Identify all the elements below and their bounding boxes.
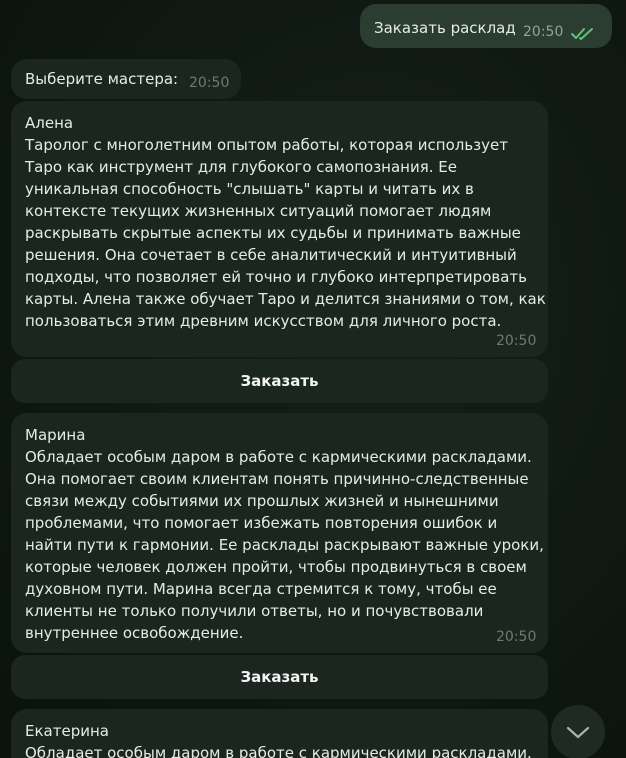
prompt-message-text: Выберите мастера: xyxy=(25,70,179,88)
scroll-down-button[interactable] xyxy=(551,705,605,758)
master-message-time: 20:50 xyxy=(496,629,537,645)
master-description: Таролог с многолетним опытом работы, кот… xyxy=(25,136,546,330)
prompt-message[interactable]: Выберите мастера: 20:50 xyxy=(11,59,241,99)
master-name: Алена xyxy=(25,114,74,132)
master-name: Екатерина xyxy=(25,722,109,740)
master-card-alena[interactable]: Алена Таролог с многолетним опытом работ… xyxy=(11,101,548,357)
double-check-icon xyxy=(571,28,593,40)
master-message-time: 20:50 xyxy=(496,333,537,349)
master-card-ekaterina[interactable]: Екатерина Обладает особым даром в работе… xyxy=(11,709,548,758)
order-button-alena[interactable]: Заказать xyxy=(11,359,548,403)
outgoing-message-text: Заказать расклад xyxy=(374,19,516,37)
master-description: Обладает особым даром в работе с кармиче… xyxy=(25,448,544,642)
master-description: Обладает особым даром в работе с кармиче… xyxy=(25,744,532,758)
master-card-marina[interactable]: Марина Обладает особым даром в работе с … xyxy=(11,413,548,653)
outgoing-message[interactable]: Заказать расклад 20:50 xyxy=(360,4,612,48)
prompt-message-time: 20:50 xyxy=(189,75,230,91)
order-button-marina[interactable]: Заказать xyxy=(11,655,548,699)
master-name: Марина xyxy=(25,426,86,444)
outgoing-message-time: 20:50 xyxy=(523,24,564,40)
chat-area: Заказать расклад 20:50 Выберите мастера:… xyxy=(0,0,626,758)
chevron-down-icon xyxy=(566,726,590,739)
